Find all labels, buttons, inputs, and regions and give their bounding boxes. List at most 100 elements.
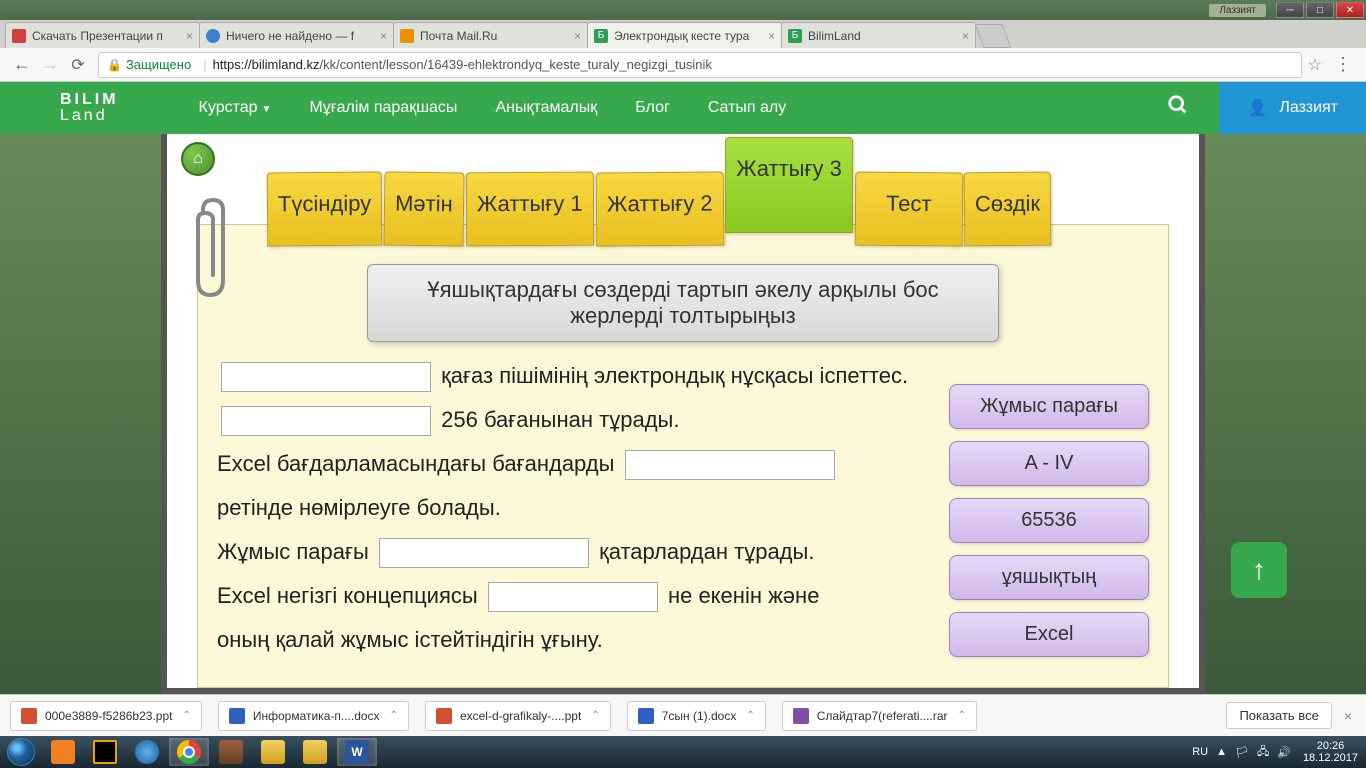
taskbar-ie[interactable] (127, 738, 167, 766)
chevron-down-icon[interactable]: ⌃ (746, 710, 754, 721)
question-1: қағаз пішімінің электрондық нұсқасы іспе… (217, 354, 939, 398)
browser-tab-active[interactable]: Б Электрондық кесте тура × (587, 22, 782, 48)
user-icon: 👤 (1247, 98, 1267, 118)
favicon-icon (206, 29, 220, 43)
tray-network-icon[interactable]: 🖧 (1257, 743, 1269, 762)
taskbar-explorer-2[interactable] (295, 738, 335, 766)
nav-buy[interactable]: Сатып алу (708, 99, 786, 117)
blank-input[interactable] (488, 582, 658, 612)
taskbar-media-player[interactable] (43, 738, 83, 766)
question-4: Жұмыс парағы қатарлардан тұрады. (217, 530, 939, 574)
chevron-down-icon[interactable]: ⌃ (958, 710, 966, 721)
tray-action-center-icon[interactable]: 🏳 (1235, 746, 1249, 759)
browser-tab[interactable]: Ничего не найдено — f × (199, 22, 394, 48)
blank-input[interactable] (379, 538, 589, 568)
browser-tabs-bar: Скачать Презентации п × Ничего не найден… (0, 20, 1366, 48)
user-menu[interactable]: 👤 Лаззият (1219, 82, 1366, 134)
tray-show-hidden-icon[interactable]: ▲ (1216, 746, 1227, 758)
chevron-down-icon: ▼ (262, 104, 272, 115)
lesson-tab-dictionary[interactable]: Сөздік (964, 172, 1052, 247)
download-item[interactable]: Информатика-п....docx⌃ (218, 701, 409, 731)
tray-lang[interactable]: RU (1192, 746, 1208, 758)
taskbar-explorer[interactable] (253, 738, 293, 766)
chevron-down-icon[interactable]: ⌃ (591, 710, 599, 721)
download-item[interactable]: 7сын (1).docx⌃ (627, 701, 766, 731)
system-tray: RU ▲ 🏳 🖧 🔊 20:26 18.12.2017 (1188, 740, 1366, 764)
question-3: Excel бағдарламасындағы бағандарды ретін… (217, 442, 939, 530)
drag-answers-column: Жұмыс парағы A - IV 65536 ұяшықтың Excel (949, 384, 1149, 669)
home-button[interactable]: ⌂ (181, 142, 215, 176)
search-icon[interactable] (1167, 94, 1189, 122)
url-input[interactable]: 🔒 Защищено | https://bilimland.kz/kk/con… (98, 52, 1302, 78)
tab-close-icon[interactable]: × (574, 29, 581, 43)
drag-item[interactable]: Жұмыс парағы (949, 384, 1149, 429)
new-tab-button[interactable] (975, 24, 1012, 48)
drag-item[interactable]: 65536 (949, 498, 1149, 543)
questions-area: қағаз пішімінің электрондық нұсқасы іспе… (217, 354, 939, 662)
lesson-tab-exercise-2[interactable]: Жаттығу 2 (595, 171, 723, 246)
browser-menu-icon[interactable]: ⋮ (1328, 54, 1358, 75)
start-button[interactable] (0, 736, 42, 768)
chevron-down-icon[interactable]: ⌃ (182, 710, 190, 721)
blank-input[interactable] (221, 406, 431, 436)
nav-blog[interactable]: Блог (635, 99, 670, 117)
blank-input[interactable] (221, 362, 431, 392)
drag-item[interactable]: ұяшықтың (949, 555, 1149, 600)
nav-teacher-page[interactable]: Мұғалім парақшасы (309, 99, 457, 117)
file-ppt-icon (21, 708, 37, 724)
bookmark-star-icon[interactable]: ☆ (1308, 55, 1322, 75)
lesson-tab-exercise-3[interactable]: Жаттығу 3 (725, 137, 853, 233)
lesson-tab-test[interactable]: Тест (855, 172, 963, 247)
taskbar-winrar[interactable] (211, 738, 251, 766)
lesson-tab-exercise-1[interactable]: Жаттығу 1 (466, 172, 594, 247)
browser-tab[interactable]: Скачать Презентации п × (5, 22, 200, 48)
tab-title: Скачать Презентации п (32, 29, 182, 43)
site-logo[interactable]: BILIM Land (60, 92, 119, 124)
drag-item[interactable]: Excel (949, 612, 1149, 657)
lesson-tab-text[interactable]: Мәтін (384, 171, 465, 246)
browser-tab[interactable]: Почта Mail.Ru × (393, 22, 588, 48)
arrow-up-icon: ↑ (1252, 554, 1266, 586)
taskbar-chrome[interactable] (169, 738, 209, 766)
window-close-button[interactable]: ✕ (1336, 2, 1364, 18)
page-content: ⌂ Түсіндіру Мәтін Жаттығу 1 Жаттығу 2 Жа… (0, 134, 1366, 694)
tab-close-icon[interactable]: × (962, 29, 969, 43)
tab-close-icon[interactable]: × (768, 29, 775, 43)
taskbar-aimp[interactable] (85, 738, 125, 766)
instruction-box: Ұяшықтардағы сөздерді тартып әкелу арқыл… (367, 264, 999, 342)
favicon-icon (400, 29, 414, 43)
nav-reference[interactable]: Анықтамалық (495, 99, 597, 117)
favicon-icon (12, 29, 26, 43)
download-item[interactable]: 000e3889-f5286b23.ppt⌃ (10, 701, 202, 731)
address-bar: ← → ⟳ 🔒 Защищено | https://bilimland.kz/… (0, 48, 1366, 82)
back-button[interactable]: ← (8, 51, 36, 79)
downloads-bar: 000e3889-f5286b23.ppt⌃ Информатика-п....… (0, 694, 1366, 736)
chevron-down-icon[interactable]: ⌃ (390, 710, 398, 721)
download-item[interactable]: excel-d-grafikaly-....ppt⌃ (425, 701, 611, 731)
lesson-tabs: Түсіндіру Мәтін Жаттығу 1 Жаттығу 2 Жатт… (267, 156, 1169, 246)
window-user-label: Лаззият (1209, 4, 1266, 17)
window-maximize-button[interactable]: □ (1306, 2, 1334, 18)
forward-button[interactable]: → (36, 51, 64, 79)
show-all-downloads-button[interactable]: Показать все (1226, 702, 1331, 729)
nav-courses[interactable]: Курстар▼ (199, 99, 272, 117)
blank-input[interactable] (625, 450, 835, 480)
url-path: /kk/content/lesson/16439-ehlektrondyq_ke… (320, 57, 712, 72)
tab-close-icon[interactable]: × (380, 29, 387, 43)
download-item[interactable]: Слайдтар7(referati....rar⌃ (782, 701, 977, 731)
tab-title: BilimLand (808, 29, 958, 43)
drag-item[interactable]: A - IV (949, 441, 1149, 486)
tab-title: Почта Mail.Ru (420, 29, 570, 43)
tab-close-icon[interactable]: × (186, 29, 193, 43)
browser-tab[interactable]: Б BilimLand × (781, 22, 976, 48)
scroll-to-top-button[interactable]: ↑ (1231, 542, 1287, 598)
close-downloads-bar[interactable]: × (1340, 708, 1356, 724)
tray-clock[interactable]: 20:26 18.12.2017 (1303, 740, 1358, 764)
tray-volume-icon[interactable]: 🔊 (1277, 746, 1291, 759)
taskbar-word[interactable]: W (337, 738, 377, 766)
paperclip-icon (188, 195, 238, 305)
reload-button[interactable]: ⟳ (64, 55, 92, 75)
window-minimize-button[interactable]: ─ (1276, 2, 1304, 18)
lesson-tab-explanation[interactable]: Түсіндіру (267, 171, 383, 246)
url-host: https://bilimland.kz (213, 57, 320, 72)
